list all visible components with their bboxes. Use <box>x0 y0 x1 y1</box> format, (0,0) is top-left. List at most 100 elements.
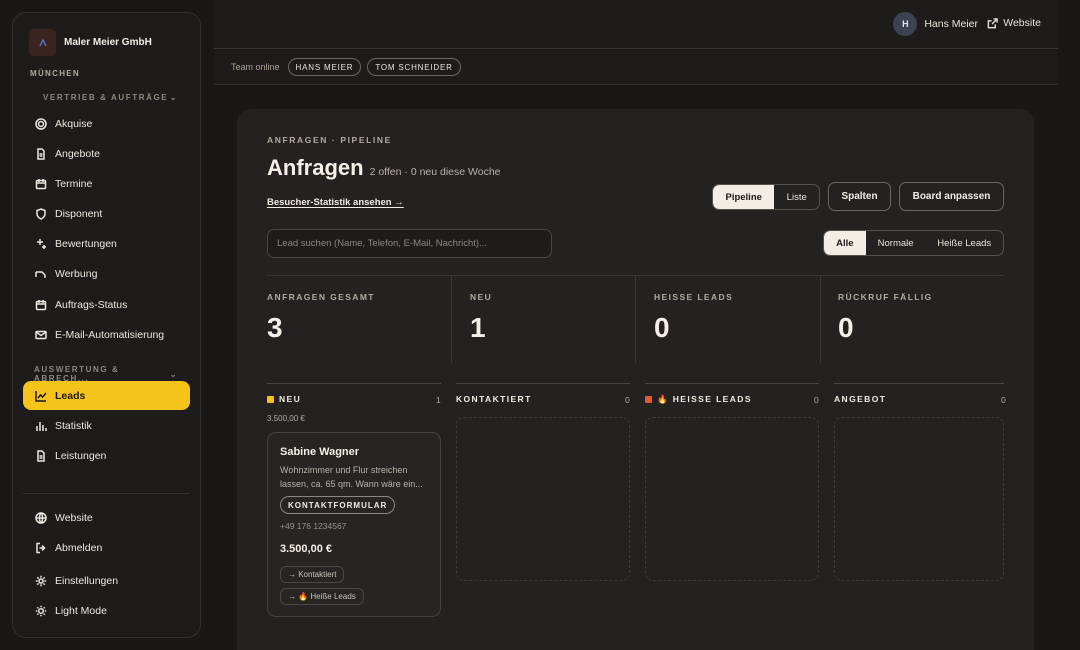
website-link[interactable]: Website <box>987 17 1041 29</box>
column-divider <box>834 383 1004 384</box>
column-title: ANGEBOT <box>834 394 887 404</box>
sidebar-item-label: Angebote <box>55 147 100 160</box>
column-dropzone-hot-leads[interactable] <box>645 417 819 581</box>
move-to-hot-leads-button[interactable]: → 🔥 Heiße Leads <box>280 588 364 605</box>
sparkle-icon <box>34 237 47 250</box>
stat-divider <box>635 275 636 363</box>
sun-icon <box>34 604 47 617</box>
sidebar-item-label: Leistungen <box>55 449 107 462</box>
columns-button[interactable]: Spalten <box>828 182 891 211</box>
sidebar-item-label: Website <box>55 511 93 524</box>
gear-icon <box>34 574 47 587</box>
lead-description: Wohnzimmer und Flur streichen lassen, ca… <box>280 465 423 489</box>
sidebar-item-light-mode[interactable]: Light Mode <box>23 596 190 625</box>
sidebar-item-bewertungen[interactable]: Bewertungen <box>23 229 190 258</box>
sidebar-item-label: Leads <box>55 389 86 402</box>
globe-icon <box>34 511 47 524</box>
team-member-chip[interactable]: TOM SCHNEIDER <box>367 58 461 76</box>
view-liste-button[interactable]: Liste <box>774 185 819 209</box>
lead-source-badge: KONTAKTFORMULAR <box>280 496 396 514</box>
sidebar-item-leistungen[interactable]: Leistungen <box>23 441 190 470</box>
column-header-neu[interactable]: NEU <box>267 394 301 404</box>
column-dropzone-kontaktiert[interactable] <box>456 417 630 581</box>
stat-divider <box>820 275 821 363</box>
avatar: H <box>893 12 918 36</box>
user-menu[interactable]: H Hans Meier <box>893 12 978 36</box>
team-online-label: Team online <box>231 62 280 72</box>
sidebar-item-email-automatisierung[interactable]: E-Mail-Automatisierung <box>23 320 190 349</box>
column-color-marker <box>645 396 652 403</box>
brand[interactable]: Maler Meier GmbH <box>29 29 152 56</box>
sidebar-divider <box>23 493 190 494</box>
company-location: MÜNCHEN <box>30 69 80 78</box>
view-toggle: Pipeline Liste <box>712 184 820 210</box>
sidebar-item-werbung[interactable]: Werbung <box>23 259 190 288</box>
visitor-stats-link[interactable]: Besucher-Statistik ansehen → <box>267 197 404 208</box>
column-header-kontaktiert[interactable]: KONTAKTIERT <box>456 394 532 404</box>
filter-alle-button[interactable]: Alle <box>824 231 866 255</box>
sidebar-item-termine[interactable]: Termine <box>23 169 190 198</box>
sidebar-item-statistik[interactable]: Statistik <box>23 411 190 440</box>
lead-search-input[interactable] <box>267 229 552 258</box>
stat-label: ANFRAGEN GESAMT <box>267 292 375 302</box>
page-title: Anfragen <box>267 155 364 180</box>
team-member-chip[interactable]: HANS MEIER <box>287 58 362 76</box>
column-count: 0 <box>1001 395 1006 405</box>
shield-icon <box>34 207 47 220</box>
sidebar-item-label: Bewertungen <box>55 237 117 250</box>
target-icon <box>34 117 47 130</box>
lead-filter: Alle Normale Heiße Leads <box>823 230 1004 256</box>
sidebar-item-label: Disponent <box>55 207 103 220</box>
column-header-angebot[interactable]: ANGEBOT <box>834 394 886 404</box>
column-divider <box>456 383 630 384</box>
column-divider <box>645 383 819 384</box>
column-divider <box>267 383 441 384</box>
chevron-down-icon: ⌄ <box>169 369 178 379</box>
company-name: Maler Meier GmbH <box>64 37 152 48</box>
external-link-icon <box>987 17 999 28</box>
route-icon <box>34 267 47 280</box>
sidebar-item-label: E-Mail-Automatisierung <box>55 328 165 341</box>
move-to-contacted-button[interactable]: → Kontaktiert <box>280 566 345 583</box>
sidebar-item-auftrags-status[interactable]: Auftrags-Status <box>23 290 190 319</box>
sidebar-item-einstellungen[interactable]: Einstellungen <box>23 566 190 595</box>
topbar: H Hans Meier Website <box>214 0 1058 49</box>
customize-board-button[interactable]: Board anpassen <box>899 182 1004 211</box>
sidebar-item-leads[interactable]: Leads <box>23 381 190 410</box>
stat-divider <box>451 275 452 363</box>
sidebar-item-angebote[interactable]: Angebote <box>23 139 190 168</box>
group-label: VERTRIEB & AUFTRÄGE <box>43 93 169 102</box>
sidebar-item-website[interactable]: Website <box>23 503 190 532</box>
sidebar-item-akquise[interactable]: Akquise <box>23 109 190 138</box>
sidebar-item-label: Light Mode <box>55 604 107 617</box>
user-name: Hans Meier <box>924 18 978 30</box>
view-pipeline-button[interactable]: Pipeline <box>713 185 775 209</box>
column-count: 0 <box>814 395 819 405</box>
document-icon <box>34 147 47 160</box>
column-title: NEU <box>279 394 302 404</box>
sidebar-item-disponent[interactable]: Disponent <box>23 199 190 228</box>
sidebar-item-label: Statistik <box>55 419 92 432</box>
column-count: 1 <box>436 395 441 405</box>
stat-value: 0 <box>838 312 854 343</box>
chevron-down-icon: ⌄ <box>169 93 178 102</box>
stat-label: RÜCKRUF FÄLLIG <box>838 292 933 302</box>
column-dropzone-angebot[interactable] <box>834 417 1004 581</box>
calendar-icon <box>34 177 47 190</box>
stat-value: 1 <box>470 312 486 343</box>
bar-chart-icon <box>34 419 47 432</box>
sidebar-item-label: Einstellungen <box>55 574 119 587</box>
group-header-vertrieb[interactable]: VERTRIEB & AUFTRÄGE ⌄ <box>13 93 200 102</box>
filter-normale-button[interactable]: Normale <box>866 231 926 255</box>
logout-icon <box>34 541 47 554</box>
sidebar-item-label: Abmelden <box>55 541 103 554</box>
sidebar-item-abmelden[interactable]: Abmelden <box>23 533 190 562</box>
lead-name: Sabine Wagner <box>280 446 360 458</box>
lead-card[interactable]: Sabine Wagner Wohnzimmer und Flur streic… <box>267 432 441 617</box>
lead-phone[interactable]: +49 176 1234567 <box>280 521 346 531</box>
page-subtitle: 2 offen · 0 neu diese Woche <box>369 166 501 178</box>
sidebar-item-label: Auftrags-Status <box>55 298 128 311</box>
column-header-hot-leads[interactable]: 🔥 HEISSE LEADS <box>645 394 752 405</box>
lead-amount: 3.500,00 € <box>280 543 332 555</box>
filter-hot-leads-button[interactable]: Heiße Leads <box>925 231 1003 255</box>
